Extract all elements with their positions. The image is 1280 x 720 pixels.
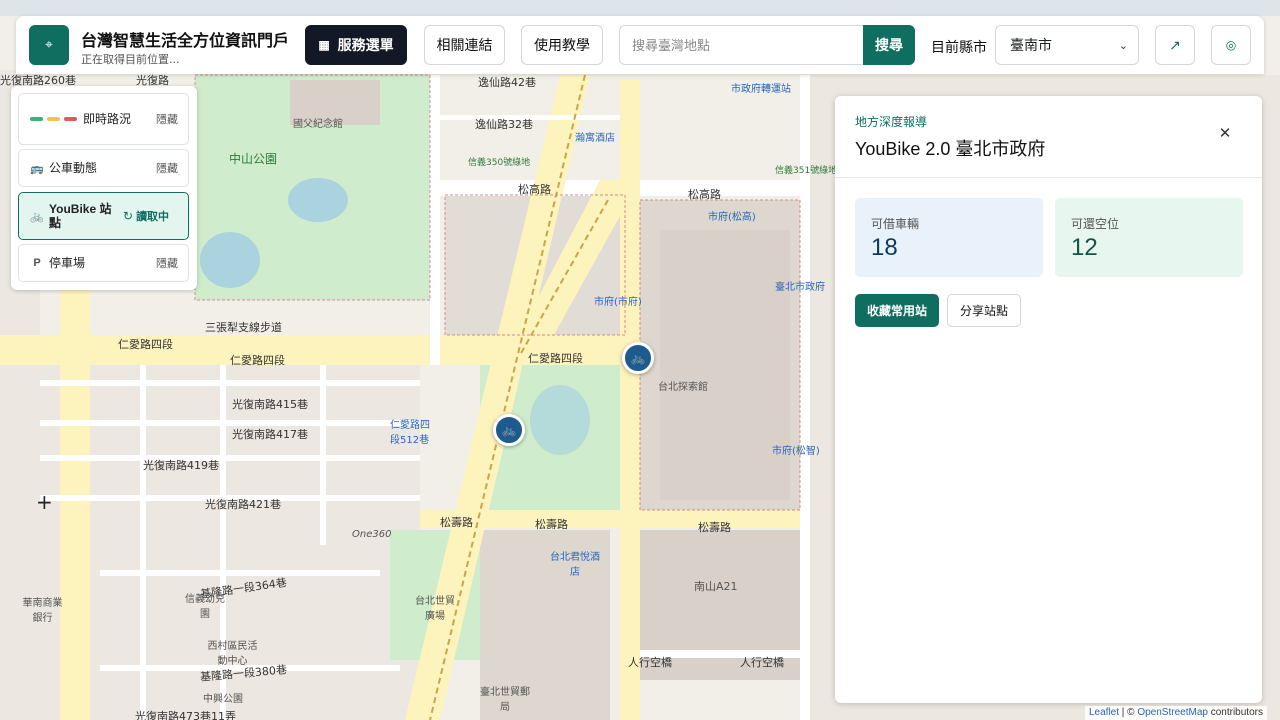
available-bikes-value: 18 — [871, 234, 898, 261]
map-label-skybridge: 人行空橋 — [740, 656, 784, 669]
expand-icon[interactable]: ↗ — [1155, 25, 1195, 65]
app-logo-icon[interactable]: ⌖ — [29, 25, 69, 65]
county-label: 目前縣市 — [931, 39, 987, 55]
map-label-hanhu: 瀚寓酒店 — [575, 133, 615, 144]
service-menu-button[interactable]: ▦ 服務選單 — [305, 25, 407, 65]
map-label-skybridge-2: 人行空橋 — [628, 656, 672, 669]
map-label-renai512: 仁愛路四段512巷 — [390, 420, 430, 446]
location-status-text: 正在取得目前位置... — [81, 53, 180, 66]
map-label-songshou-rd: 松壽路 — [440, 516, 473, 529]
layer-state-parking: 隱藏 — [156, 258, 178, 270]
loading-spinner-icon: ↻ — [123, 209, 134, 223]
map-attribution: Leaflet | © OpenStreetMap contributors — [1085, 706, 1267, 720]
map-label-renai-rd-c: 仁愛路四段 — [528, 352, 583, 365]
parking-icon: P — [33, 257, 41, 269]
map-label-yixian-32: 逸仙路32巷 — [475, 118, 533, 131]
info-kicker: 地方深度報導 — [855, 115, 928, 129]
map-label-memorial: 國父紀念館 — [293, 119, 343, 130]
map-label-renai-rd: 仁愛路四段 — [118, 338, 173, 351]
map-label-lane-473: 光復南路473巷11弄 — [135, 710, 236, 720]
layer-name-traffic: 即時路況 — [83, 112, 132, 126]
map-label-zhongshan-park: 中山公園 — [229, 152, 278, 166]
map-label-xicun: 西村區民活動中心 — [207, 641, 258, 667]
map-label-lane-417: 光復南路417巷 — [232, 428, 308, 441]
map-label-trade-post: 臺北世貿郵局 — [480, 687, 530, 713]
empty-docks-card: 可還空位 12 — [1055, 198, 1243, 277]
service-menu-label: 服務選單 — [337, 37, 394, 53]
layer-state-bus: 隱藏 — [156, 163, 178, 175]
bus-icon: 🚌 — [30, 162, 44, 175]
available-bikes-card: 可借車輛 18 — [855, 198, 1043, 277]
layer-toggle-traffic[interactable]: 即時路況 隱藏 — [18, 93, 189, 145]
map-label-nanshan: 南山A21 — [694, 580, 738, 593]
osm-link[interactable]: OpenStreetMap — [1137, 707, 1208, 718]
county-select[interactable]: 臺南市 ⌄ — [995, 25, 1139, 65]
map-label-huanan: 華南商業銀行 — [22, 598, 63, 624]
attribution-sep: | © — [1119, 707, 1138, 718]
map-label-renai-rd-b: 仁愛路四段 — [230, 354, 285, 367]
location-search-input[interactable] — [619, 25, 864, 65]
map-label-cityhall-bike: 臺北市政府 — [775, 282, 825, 293]
empty-docks-value: 12 — [1071, 234, 1098, 261]
map-label-songgao-rd-2: 松高路 — [688, 188, 721, 201]
map-label-explore-hall: 台北探索館 — [658, 382, 708, 393]
app-header: ⌖ 台灣智慧生活全方位資訊門戶 正在取得目前位置... ▦ 服務選單 相關連結 … — [16, 16, 1264, 74]
map-label-one360: One360 — [352, 529, 392, 540]
map-label-sanzhang: 三張犁支線步道 — [205, 321, 282, 334]
map-label-cityhall-station: 市府(市府) — [594, 297, 642, 308]
favorite-station-button[interactable]: 收藏常用站 — [855, 294, 939, 327]
station-info-panel: 地方深度報導 YouBike 2.0 臺北市政府 ✕ 可借車輛 18 可還空位 … — [835, 96, 1262, 703]
browser-top-strip — [0, 0, 1280, 16]
layer-panel: 即時路況 隱藏 🚌 公車動態 隱藏 🚲 YouBike 站點 ↻ 讀取中 P 停… — [11, 86, 197, 290]
map-label-songshou-rd-3: 松壽路 — [698, 521, 731, 534]
tutorial-button[interactable]: 使用教學 — [521, 25, 603, 65]
share-station-button[interactable]: 分享站點 — [947, 294, 1021, 327]
map-label-lane-419: 光復南路419巷 — [143, 459, 219, 472]
map-label-grand-hotel: 台北君悅酒店 — [550, 552, 600, 578]
locate-icon[interactable]: ◎ — [1211, 25, 1251, 65]
layer-state-traffic: 隱藏 — [156, 114, 178, 126]
map-label-trade-plaza: 台北世貿廣場 — [415, 596, 455, 622]
map-label-songgao-station: 市府(松高) — [708, 212, 756, 223]
layer-name-parking: 停車場 — [49, 256, 86, 270]
county-select-value: 臺南市 — [1010, 37, 1052, 53]
youbike-marker-park[interactable]: 🚲 — [493, 414, 525, 446]
related-links-button[interactable]: 相關連結 — [424, 25, 505, 65]
layer-name-bus: 公車動態 — [49, 161, 98, 175]
map-label-lane-415: 光復南路415巷 — [232, 398, 308, 411]
map-label-kinder: 信義幼兒園 — [185, 594, 225, 620]
map-label-songshou-rd-2: 松壽路 — [535, 518, 568, 531]
map-label-songgao-rd: 松高路 — [518, 183, 551, 196]
app-title: 台灣智慧生活全方位資訊門戶 — [81, 33, 290, 50]
layer-name-youbike: YouBike 站點 — [49, 202, 112, 230]
map-label-mrt: 市政府轉運站 — [731, 84, 791, 95]
bike-icon: 🚲 — [30, 210, 44, 223]
map-label-yixian-42: 逸仙路42巷 — [478, 76, 536, 89]
map-label-xinyi351: 信義351號綠地 — [775, 166, 838, 176]
available-bikes-label: 可借車輛 — [871, 217, 920, 231]
search-button[interactable]: 搜尋 — [863, 25, 915, 65]
layer-state-youbike: 讀取中 — [136, 211, 170, 223]
grid-icon: ▦ — [318, 38, 330, 52]
traffic-legend-icon — [23, 117, 83, 121]
leaflet-link[interactable]: Leaflet — [1089, 707, 1119, 718]
map-crosshair-icon: + — [36, 490, 53, 514]
layer-toggle-youbike[interactable]: 🚲 YouBike 站點 ↻ 讀取中 — [18, 192, 189, 240]
map-label-xinyi350: 信義350號綠地 — [468, 158, 531, 168]
close-icon[interactable]: ✕ — [1213, 121, 1237, 145]
empty-docks-label: 可還空位 — [1071, 217, 1120, 231]
youbike-marker-cityhall[interactable]: 🚲 — [622, 342, 654, 374]
map-label-songzhi-station: 市府(松智) — [772, 446, 820, 457]
layer-toggle-parking[interactable]: P 停車場 隱藏 — [18, 244, 189, 282]
attribution-contributors: contributors — [1207, 707, 1263, 718]
map-label-lane-421: 光復南路421巷 — [205, 498, 281, 511]
layer-toggle-bus[interactable]: 🚌 公車動態 隱藏 — [18, 149, 189, 187]
divider — [835, 177, 1262, 178]
map-label-zhongxing-park: 中興公園 — [203, 694, 243, 705]
station-title: YouBike 2.0 臺北市政府 — [855, 139, 1046, 159]
chevron-down-icon: ⌄ — [1118, 39, 1128, 52]
